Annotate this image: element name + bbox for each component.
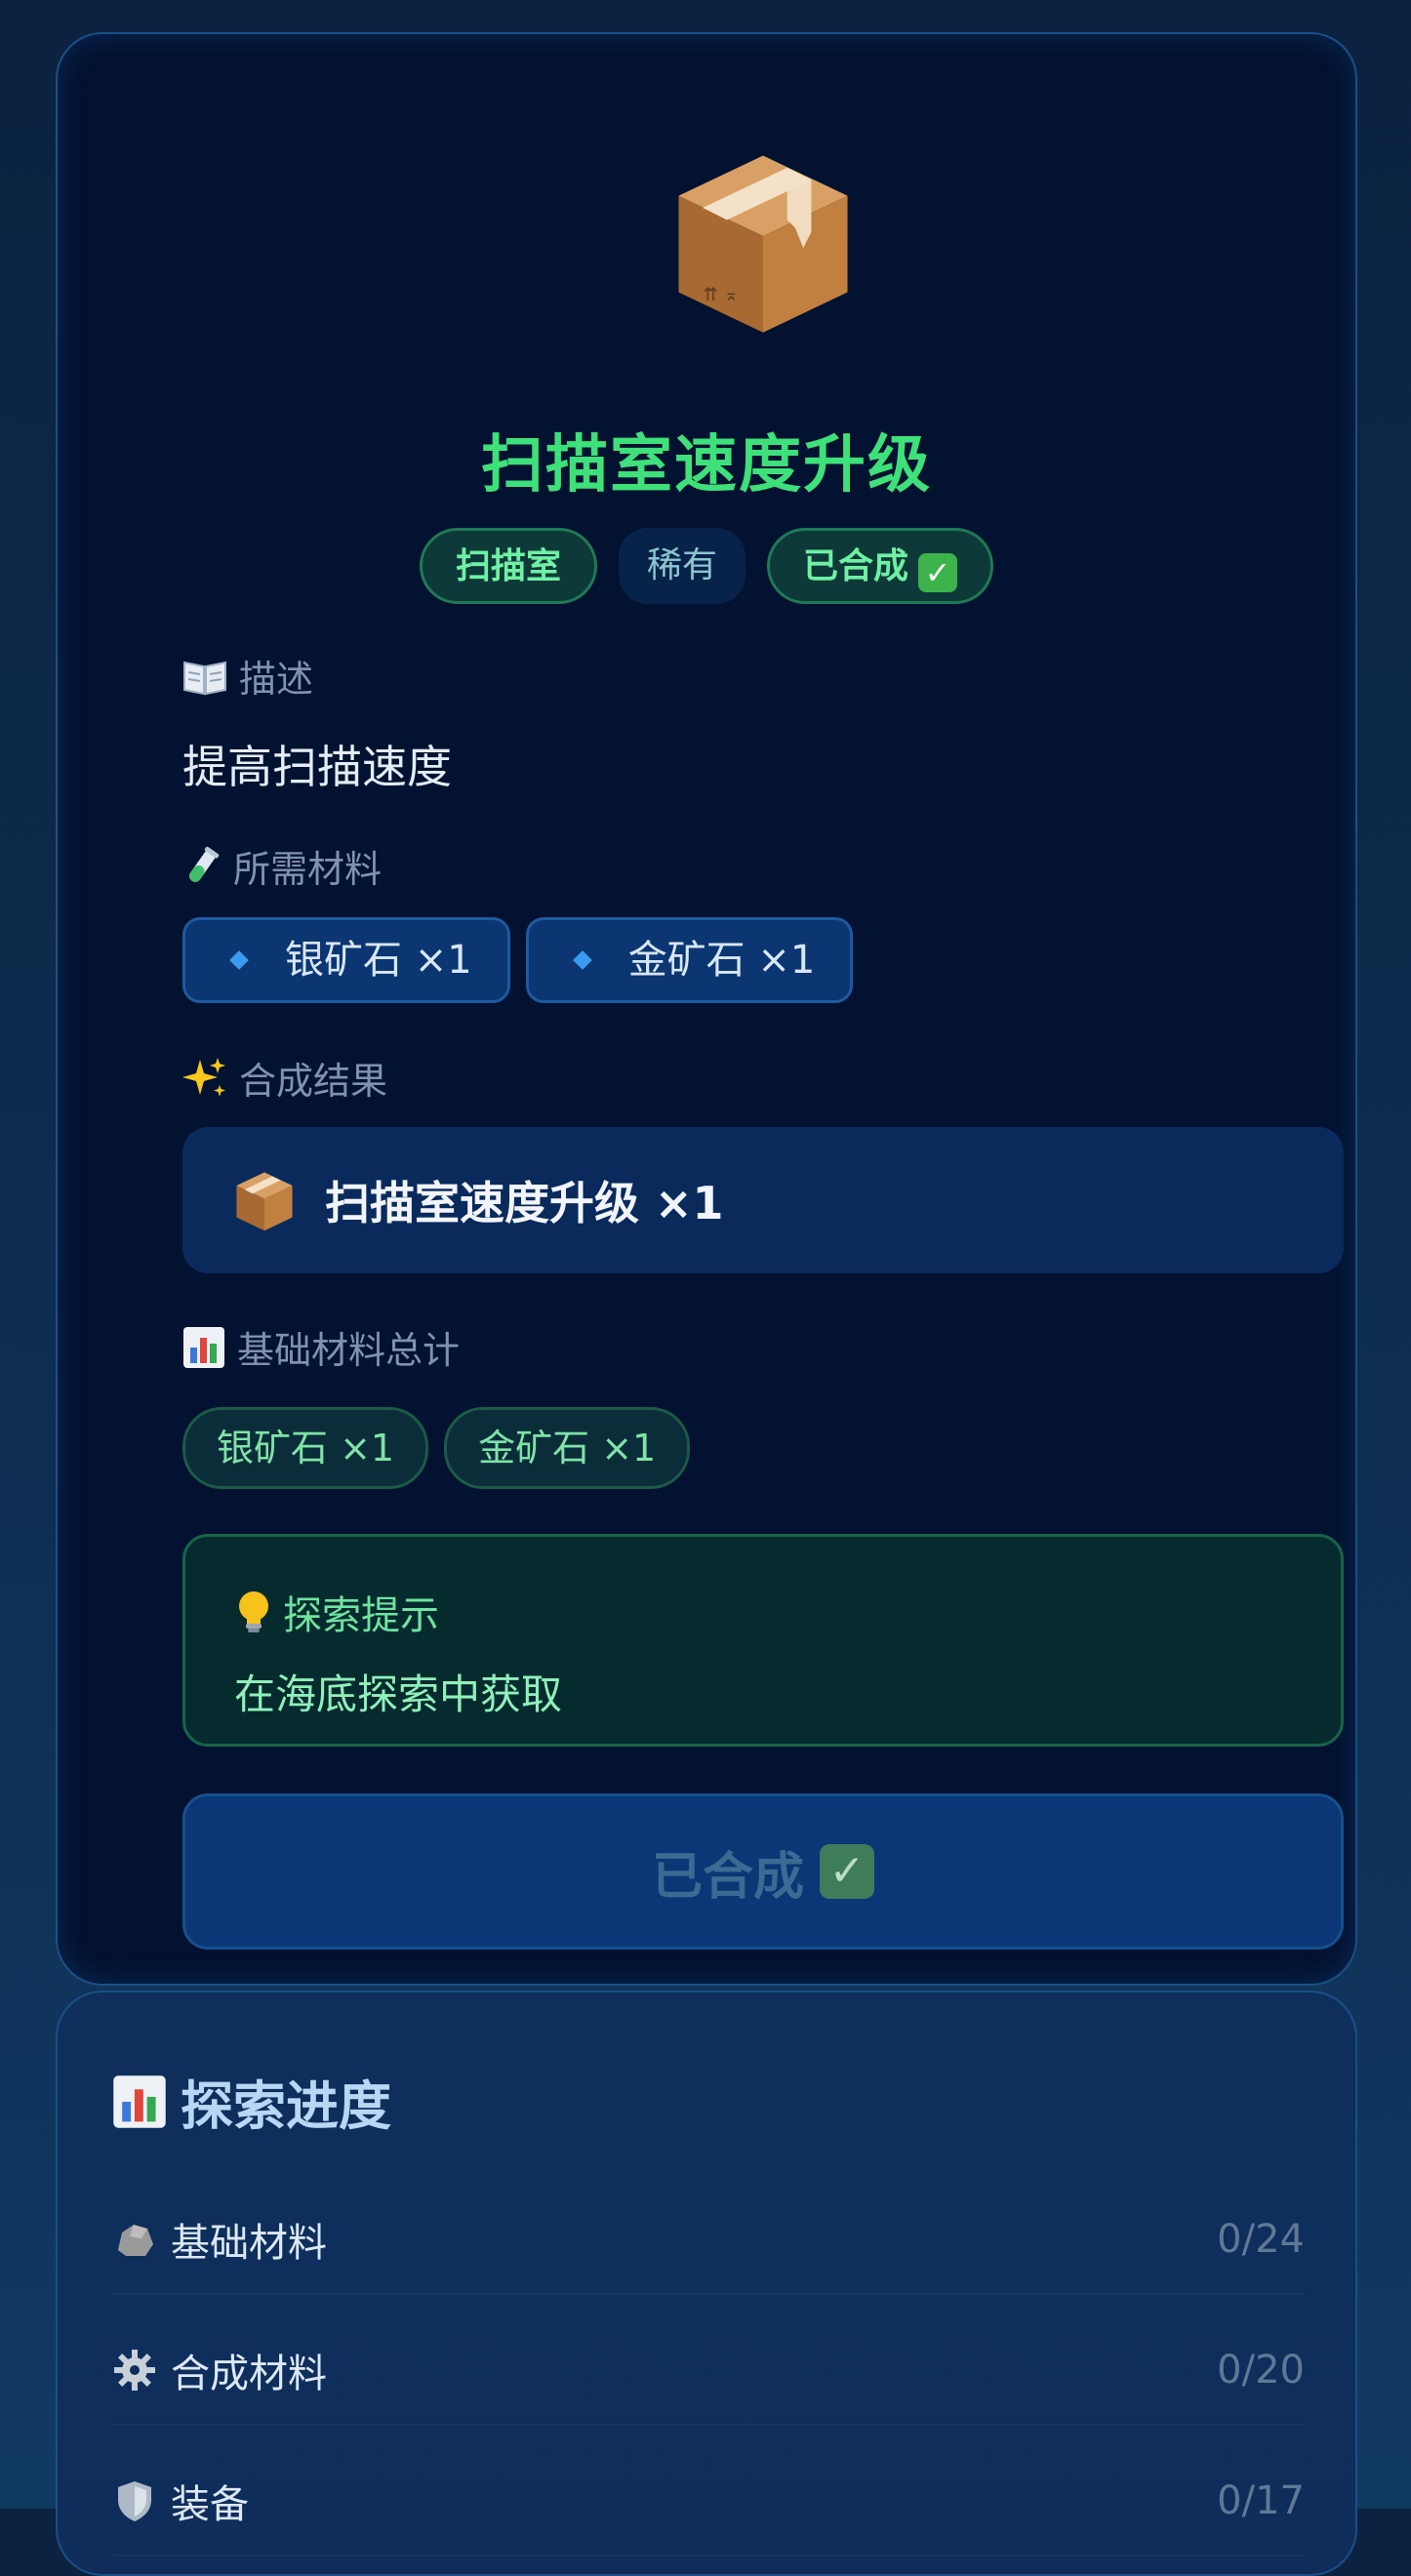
- progress-row-base-materials[interactable]: 基础材料 0/24: [112, 2186, 1305, 2295]
- category-tag-label: 扫描室: [455, 546, 561, 586]
- light-bulb-icon: [239, 1591, 268, 1632]
- category-tag: 扫描室: [419, 528, 597, 604]
- description-label: 描述: [182, 649, 313, 703]
- progress-row-label: 基础材料: [171, 2221, 327, 2266]
- progress-row-count: 0/24: [1217, 2217, 1305, 2262]
- diamond-icon: [572, 950, 592, 970]
- result-text: 扫描室速度升级 ×1: [325, 1177, 724, 1229]
- progress-row-label: 合成材料: [171, 2352, 327, 2396]
- result-box: 扫描室速度升级 ×1: [182, 1127, 1344, 1273]
- crafted-button-label: 已合成: [651, 1847, 804, 1907]
- open-book-icon: [183, 661, 226, 695]
- shield-icon: [118, 2481, 151, 2521]
- diamond-icon: [229, 950, 249, 970]
- item-title: 扫描室速度升级: [481, 429, 932, 502]
- progress-row-crafted-materials[interactable]: 合成材料 0/20: [112, 2316, 1305, 2426]
- crafted-button[interactable]: 已合成 ✓: [182, 1793, 1344, 1950]
- materials-label: 所需材料: [182, 839, 382, 893]
- progress-row-count: 0/20: [1217, 2348, 1305, 2393]
- status-tag: 已合成 ✓: [767, 528, 994, 604]
- item-tags: 扫描室 稀有 已合成 ✓: [58, 528, 1355, 604]
- check-mark-icon: ✓: [918, 553, 958, 592]
- exploration-progress-card: 探索进度 基础材料 0/24 合成材料 0/20 装备 0/17: [56, 1991, 1357, 2576]
- result-label: 合成结果: [182, 1051, 387, 1105]
- hint-text: 在海底探索中获取: [234, 1670, 563, 1718]
- svg-text:⇈ ⌅: ⇈ ⌅: [703, 285, 739, 305]
- progress-row-label: 装备: [171, 2482, 249, 2527]
- progress-row-equipment[interactable]: 装备 0/17: [112, 2447, 1305, 2556]
- bar-chart-icon: [113, 2074, 166, 2128]
- material-chip-label: 银矿石 ×1: [285, 938, 472, 983]
- hint-title-text: 探索提示: [283, 1593, 439, 1638]
- sparkles-icon: [182, 1057, 225, 1097]
- material-chip-silver-ore[interactable]: 银矿石 ×1: [182, 917, 510, 1003]
- description-text: 提高扫描速度: [182, 741, 452, 793]
- status-tag-label: 已合成: [803, 546, 909, 586]
- materials-list: 银矿石 ×1 金矿石 ×1: [182, 917, 854, 1003]
- progress-title-text: 探索进度: [181, 2075, 391, 2137]
- material-chip-label: 金矿石 ×1: [627, 938, 816, 983]
- materials-label-text: 所需材料: [233, 848, 383, 891]
- progress-title: 探索进度: [112, 2063, 391, 2140]
- item-detail-card: ⇈ ⌅ 扫描室速度升级 扫描室 稀有 已合成✓ 描述 提高扫描速度 所需材料: [56, 32, 1357, 1986]
- gear-icon: [114, 2350, 155, 2391]
- check-mark-icon: ✓: [820, 1844, 874, 1899]
- base-total-label-text: 基础材料总计: [237, 1329, 461, 1372]
- base-total-chip: 银矿石 ×1: [182, 1407, 429, 1489]
- description-label-text: 描述: [239, 658, 314, 701]
- package-box-icon: ⇈ ⌅: [678, 155, 848, 333]
- hint-title: 探索提示: [234, 1584, 1341, 1640]
- progress-row-left: 基础材料: [112, 2211, 327, 2268]
- hint-box: 探索提示 在海底探索中获取: [182, 1534, 1344, 1747]
- progress-row-left: 合成材料: [112, 2342, 327, 2398]
- rarity-tag-label: 稀有: [646, 545, 717, 585]
- test-tube-icon: [189, 846, 220, 882]
- bar-chart-icon: [183, 1326, 224, 1368]
- material-chip-gold-ore[interactable]: 金矿石 ×1: [525, 917, 854, 1003]
- rarity-tag: 稀有: [618, 528, 746, 604]
- base-total-list: 银矿石 ×1 金矿石 ×1: [182, 1407, 691, 1489]
- base-total-chip: 金矿石 ×1: [444, 1407, 691, 1489]
- base-total-label: 基础材料总计: [182, 1320, 460, 1374]
- progress-row-count: 0/17: [1217, 2478, 1305, 2523]
- package-box-icon: [236, 1172, 293, 1231]
- rock-icon: [118, 2225, 153, 2256]
- progress-row-left: 装备: [112, 2473, 249, 2529]
- result-label-text: 合成结果: [239, 1060, 388, 1103]
